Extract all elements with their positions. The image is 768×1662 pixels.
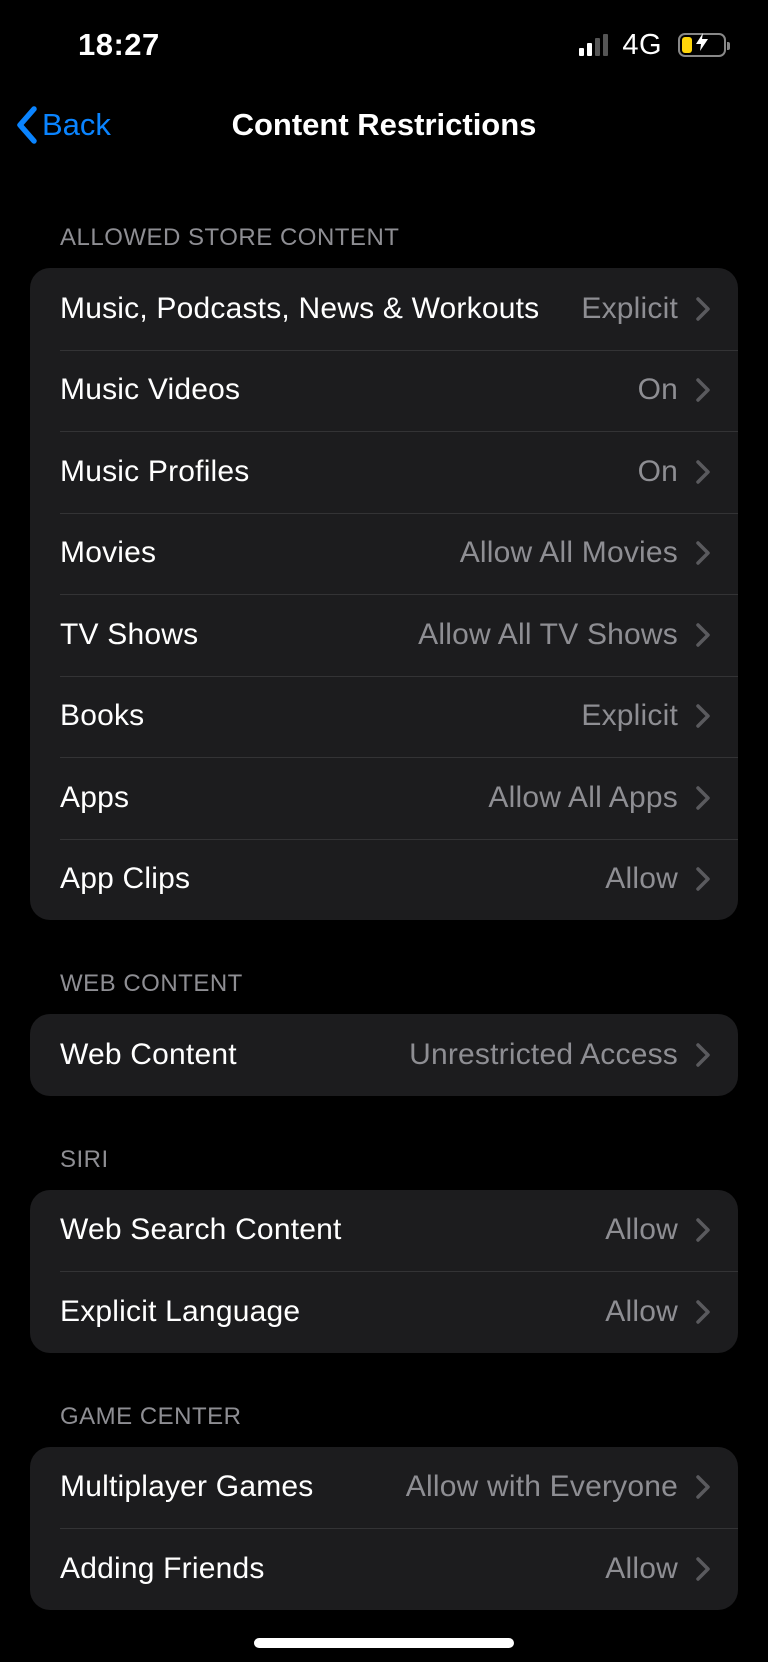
- row-label: Explicit Language: [60, 1295, 605, 1329]
- battery-icon: [678, 33, 726, 57]
- row-explicit-language[interactable]: Explicit Language Allow: [30, 1271, 738, 1353]
- row-value: On: [638, 455, 678, 489]
- row-web-search-content[interactable]: Web Search Content Allow: [30, 1190, 738, 1272]
- chevron-right-icon: [696, 1475, 710, 1499]
- row-value: Allow with Everyone: [406, 1470, 678, 1504]
- row-value: Allow: [605, 1295, 678, 1329]
- back-label: Back: [42, 107, 111, 143]
- row-value: Unrestricted Access: [409, 1038, 678, 1072]
- row-multiplayer-games[interactable]: Multiplayer Games Allow with Everyone: [30, 1447, 738, 1529]
- row-music-profiles[interactable]: Music Profiles On: [30, 431, 738, 513]
- row-label: Music, Podcasts, News & Workouts: [60, 292, 581, 326]
- back-button[interactable]: Back: [14, 105, 111, 145]
- row-value: Allow All Apps: [488, 781, 678, 815]
- row-value: Allow All Movies: [460, 536, 678, 570]
- status-bar: 18:27 4G: [0, 0, 768, 90]
- row-tv-shows[interactable]: TV Shows Allow All TV Shows: [30, 594, 738, 676]
- chevron-right-icon: [696, 1218, 710, 1242]
- chevron-right-icon: [696, 378, 710, 402]
- row-value: Allow: [605, 1213, 678, 1247]
- group-siri: Web Search Content Allow Explicit Langua…: [30, 1190, 738, 1353]
- page-title: Content Restrictions: [0, 107, 768, 143]
- chevron-right-icon: [696, 867, 710, 891]
- row-value: Explicit: [581, 699, 678, 733]
- group-web-content: Web Content Unrestricted Access: [30, 1014, 738, 1096]
- row-apps[interactable]: Apps Allow All Apps: [30, 757, 738, 839]
- chevron-right-icon: [696, 460, 710, 484]
- row-value: Allow All TV Shows: [418, 618, 678, 652]
- row-label: Web Search Content: [60, 1213, 605, 1247]
- home-indicator[interactable]: [254, 1638, 514, 1648]
- network-type: 4G: [622, 29, 662, 62]
- row-web-content[interactable]: Web Content Unrestricted Access: [30, 1014, 738, 1096]
- group-game-center: Multiplayer Games Allow with Everyone Ad…: [30, 1447, 738, 1610]
- chevron-right-icon: [696, 623, 710, 647]
- chevron-right-icon: [696, 541, 710, 565]
- row-books[interactable]: Books Explicit: [30, 676, 738, 758]
- row-label: Music Profiles: [60, 455, 638, 489]
- row-value: Explicit: [581, 292, 678, 326]
- row-value: On: [638, 373, 678, 407]
- row-music-videos[interactable]: Music Videos On: [30, 350, 738, 432]
- row-value: Allow: [605, 862, 678, 896]
- row-label: TV Shows: [60, 618, 418, 652]
- chevron-right-icon: [696, 1557, 710, 1581]
- status-time: 18:27: [78, 27, 160, 63]
- section-header-web-content: Web Content: [30, 970, 738, 1014]
- chevron-right-icon: [696, 704, 710, 728]
- row-label: Multiplayer Games: [60, 1470, 406, 1504]
- row-label: Movies: [60, 536, 460, 570]
- row-label: Web Content: [60, 1038, 409, 1072]
- row-app-clips[interactable]: App Clips Allow: [30, 839, 738, 921]
- status-right: 4G: [579, 29, 726, 62]
- row-label: App Clips: [60, 862, 605, 896]
- row-adding-friends[interactable]: Adding Friends Allow: [30, 1528, 738, 1610]
- section-header-allowed-store-content: Allowed Store Content: [30, 224, 738, 268]
- section-header-siri: Siri: [30, 1146, 738, 1190]
- row-music-podcasts-news-workouts[interactable]: Music, Podcasts, News & Workouts Explici…: [30, 268, 738, 350]
- row-label: Books: [60, 699, 581, 733]
- group-allowed-store-content: Music, Podcasts, News & Workouts Explici…: [30, 268, 738, 920]
- row-label: Apps: [60, 781, 488, 815]
- content: Allowed Store Content Music, Podcasts, N…: [0, 224, 768, 1610]
- chevron-right-icon: [696, 297, 710, 321]
- row-label: Adding Friends: [60, 1552, 605, 1586]
- row-movies[interactable]: Movies Allow All Movies: [30, 513, 738, 595]
- row-label: Music Videos: [60, 373, 638, 407]
- cellular-signal-icon: [579, 34, 608, 56]
- chevron-left-icon: [14, 105, 40, 145]
- row-value: Allow: [605, 1552, 678, 1586]
- nav-bar: Back Content Restrictions: [0, 90, 768, 160]
- charging-bolt-icon: [680, 33, 724, 57]
- chevron-right-icon: [696, 1300, 710, 1324]
- chevron-right-icon: [696, 786, 710, 810]
- section-header-game-center: Game Center: [30, 1403, 738, 1447]
- chevron-right-icon: [696, 1043, 710, 1067]
